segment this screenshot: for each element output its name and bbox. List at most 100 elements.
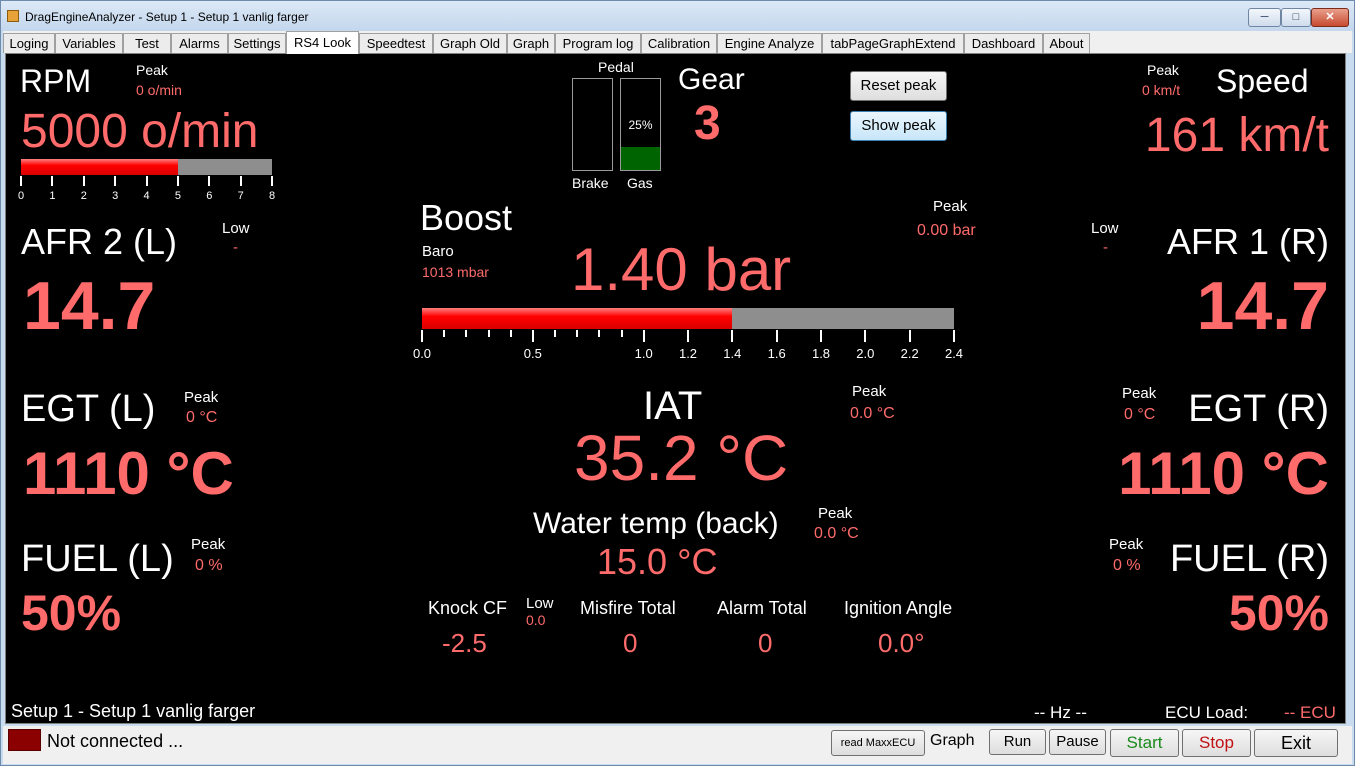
boost-tick-label: 1.4 [723, 346, 742, 361]
boost-tick-label: 2.0 [856, 346, 875, 361]
tab-page-graph-extend[interactable]: tabPageGraphExtend [822, 33, 964, 53]
pause-button[interactable]: Pause [1049, 729, 1106, 755]
rpm-tick-label: 0 [17, 190, 25, 202]
fuel-left-label: FUEL (L) [21, 538, 174, 580]
rpm-tick [20, 176, 22, 186]
iat-label: IAT [643, 384, 703, 428]
egt-left-peak-label: Peak [184, 389, 219, 406]
fuel-left-peak-label: Peak [191, 536, 226, 553]
alarm-total-label: Alarm Total [717, 598, 807, 618]
afr-left-value: 14.7 [23, 268, 156, 344]
ignition-angle-label: Ignition Angle [844, 598, 953, 618]
reset-peak-button[interactable]: Reset peak [850, 71, 947, 101]
gear-label: Gear [678, 63, 745, 96]
maximize-icon: □ [1292, 11, 1300, 23]
rpm-tick-label: 6 [206, 190, 213, 202]
boost-peak-value: 0.00 bar [917, 222, 976, 239]
minimize-icon: ─ [1260, 11, 1269, 23]
fuel-left-value: 50% [21, 585, 122, 641]
application-window: DragEngineAnalyzer - Setup 1 - Setup 1 v… [0, 0, 1355, 766]
alarm-total-value: 0 [758, 628, 773, 658]
gas-pedal-bar: 25% [620, 78, 661, 171]
boost-minor-tick [576, 330, 579, 337]
fuel-right-peak-label: Peak [1109, 536, 1144, 553]
title-bar[interactable]: DragEngineAnalyzer - Setup 1 - Setup 1 v… [1, 1, 1354, 32]
afr-right-value: 14.7 [1196, 268, 1329, 344]
app-icon [7, 10, 19, 22]
stop-button[interactable]: Stop [1182, 729, 1251, 757]
rpm-tick [51, 176, 54, 186]
gas-percent-text: 25% [628, 118, 653, 132]
rpm-tick-label: 4 [143, 190, 150, 202]
boost-tick [775, 330, 778, 342]
exit-button[interactable]: Exit [1254, 729, 1338, 757]
boost-tick [731, 330, 734, 342]
afr-right-low-label: Low [1091, 220, 1119, 237]
tab-about[interactable]: About [1043, 33, 1090, 53]
rpm-bar-fill [21, 159, 178, 175]
boost-tick-label: 0.0 [412, 346, 432, 361]
tab-rs4-look[interactable]: RS4 Look [286, 31, 359, 54]
rpm-tick-label: 2 [80, 190, 87, 202]
gas-label: Gas [627, 175, 653, 191]
iat-peak-label: Peak [852, 383, 887, 400]
boost-tick [531, 330, 534, 342]
gear-value: 3 [694, 97, 721, 150]
water-peak-value: 0.0 °C [814, 525, 859, 542]
tab-loging[interactable]: Loging [3, 33, 55, 53]
speed-label: Speed [1216, 63, 1309, 99]
fuel-right-label: FUEL (R) [1169, 538, 1329, 580]
rpm-tick [271, 176, 273, 186]
tab-dashboard[interactable]: Dashboard [964, 33, 1043, 53]
tab-graph[interactable]: Graph [507, 33, 555, 53]
speed-peak-label: Peak [1147, 62, 1179, 78]
egt-right-value: 1110 °C [1118, 440, 1329, 507]
tab-alarms[interactable]: Alarms [171, 33, 228, 53]
rpm-tick-label: 8 [268, 190, 276, 202]
baro-label: Baro [422, 243, 454, 260]
rs4-look-panel: RPM Peak 0 o/min 5000 o/min 0 1 2 3 4 5 6 7 8 Pe… [5, 53, 1346, 724]
water-temp-value: 15.0 °C [597, 541, 718, 582]
knock-low-value: 0.0 [526, 612, 546, 628]
connection-status-text: Not connected ... [47, 731, 184, 751]
tab-calibration[interactable]: Calibration [641, 33, 717, 53]
rpm-bar [21, 159, 272, 175]
ecu-load-label: ECU Load: [1165, 703, 1249, 722]
boost-tick-label: 1.2 [678, 346, 698, 361]
rpm-label: RPM [20, 63, 92, 99]
boost-value: 1.40 bar [571, 236, 792, 303]
tab-program-log[interactable]: Program log [555, 33, 641, 53]
speed-value: 161 km/t [1144, 109, 1329, 162]
minimize-button[interactable]: ─ [1248, 8, 1281, 27]
run-button[interactable]: Run [989, 729, 1046, 755]
close-button[interactable]: ✕ [1311, 8, 1349, 27]
boost-bar-fill [422, 308, 733, 329]
tab-engine-analyze[interactable]: Engine Analyze [717, 33, 822, 53]
fuel-right-value: 50% [1228, 585, 1329, 641]
setup-name: Setup 1 - Setup 1 vanlig farger [11, 701, 256, 721]
misfire-total-label: Misfire Total [580, 598, 676, 618]
tab-variables[interactable]: Variables [55, 33, 123, 53]
afr-left-label: AFR 2 (L) [21, 221, 178, 262]
show-peak-button[interactable]: Show peak [850, 111, 947, 141]
rpm-tick [145, 176, 148, 186]
ecu-load-value: -- ECU [1284, 703, 1336, 722]
egt-left-value: 1110 °C [23, 440, 234, 507]
read-maxxecu-button[interactable]: read MaxxECU [831, 730, 925, 756]
tab-graph-old[interactable]: Graph Old [433, 33, 507, 53]
tab-test[interactable]: Test [123, 33, 171, 53]
rpm-tick [176, 176, 179, 186]
rpm-tick-label: 7 [237, 190, 244, 202]
boost-minor-tick [554, 330, 556, 337]
knock-cf-label: Knock CF [428, 598, 508, 618]
boost-tick [864, 330, 867, 342]
tab-speedtest[interactable]: Speedtest [359, 33, 433, 53]
boost-minor-tick [465, 330, 468, 337]
boost-tick-label: 1.0 [634, 346, 653, 361]
start-button[interactable]: Start [1110, 729, 1179, 757]
maximize-button[interactable]: □ [1281, 8, 1311, 27]
tab-settings[interactable]: Settings [228, 33, 286, 53]
boost-tick [421, 330, 423, 342]
pedal-label: Pedal [598, 59, 634, 75]
graph-label: Graph [930, 732, 975, 749]
